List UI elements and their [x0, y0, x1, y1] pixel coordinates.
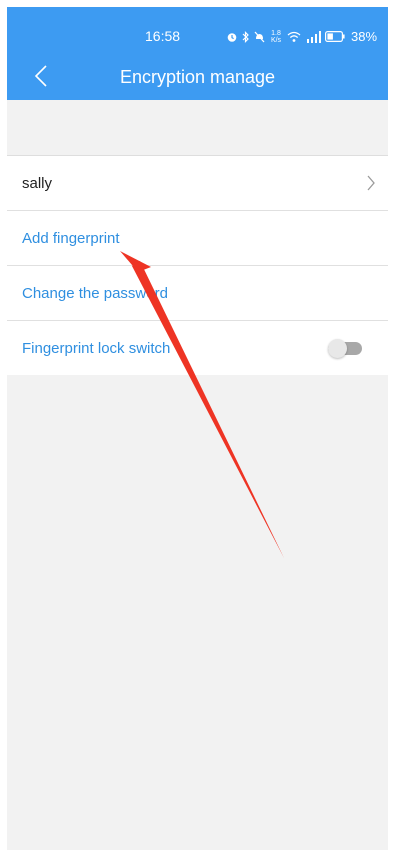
status-time: 16:58 — [145, 28, 181, 44]
signal-icon — [307, 30, 321, 43]
toggle-knob — [328, 339, 347, 358]
encryption-settings-list: sally Add fingerprint Change the passwor… — [7, 155, 388, 375]
add-fingerprint-item[interactable]: Add fingerprint — [7, 210, 388, 265]
network-speed: 1.8 K/s — [270, 29, 282, 44]
app-header: 16:58 1.8 K/s 38% Encryption manage — [7, 7, 388, 100]
fingerprint-lock-switch-label: Fingerprint lock switch — [22, 339, 171, 357]
change-password-label: Change the password — [22, 284, 168, 302]
change-password-item[interactable]: Change the password — [7, 265, 388, 320]
chevron-right-icon — [367, 175, 375, 191]
mute-icon — [254, 31, 265, 42]
alarm-icon — [227, 32, 237, 42]
user-name: sally — [22, 174, 53, 192]
bluetooth-icon — [242, 30, 249, 43]
fingerprint-lock-switch-item: Fingerprint lock switch — [7, 320, 388, 375]
page-title: Encryption manage — [119, 67, 276, 87]
wifi-icon — [287, 31, 301, 42]
fingerprint-lock-toggle[interactable] — [328, 339, 362, 358]
battery-icon — [325, 31, 345, 42]
user-row[interactable]: sally — [7, 156, 388, 210]
status-icons: 1.8 K/s 38% — [226, 29, 377, 44]
app-screen: 16:58 1.8 K/s 38% Encryption manage sall… — [7, 7, 388, 850]
battery-percent: 38% — [351, 29, 378, 44]
add-fingerprint-label: Add fingerprint — [22, 229, 120, 247]
